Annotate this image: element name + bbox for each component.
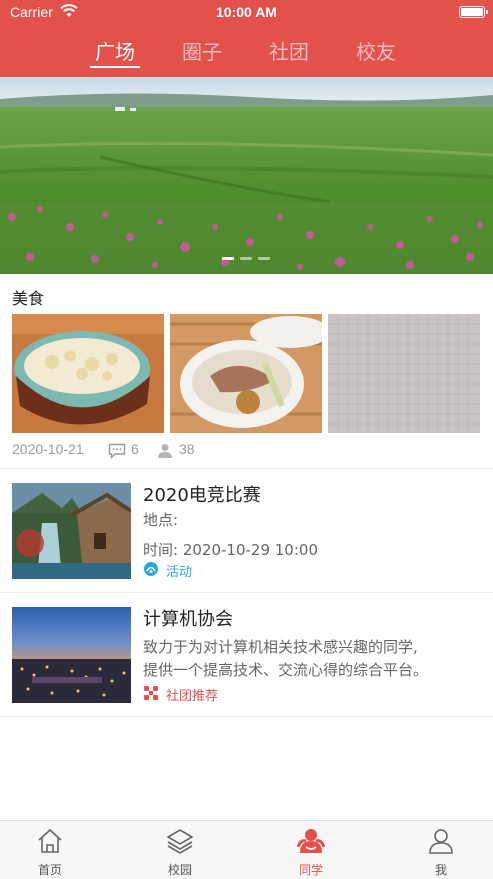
post-date: 2020-10-21 [12,441,84,457]
banner-carousel[interactable] [0,77,493,274]
top-tabs: 广场 圈子 社团 校友 [0,30,493,70]
club-description-line: 提供一个提高技术、交流心得的综合平台。 [143,661,429,679]
food-image-grid-paper [328,314,480,433]
divider [0,592,493,593]
nav-campus-label: 校园 [167,863,192,877]
nav-home-label: 首页 [37,863,62,877]
food-thumbnail[interactable] [328,314,480,433]
bottom-tab-bar: 首页 校园 同学 我 [0,820,493,879]
status-bar: Carrier 10:00 AM [0,0,493,26]
club-description-line: 致力于为对计算机相关技术感兴趣的同学, [143,638,418,656]
club-recommend-tag-icon [144,686,158,700]
event-image[interactable] [12,483,131,579]
activity-tag: 活动 [166,565,193,580]
comment-count: 6 [131,441,139,457]
event-title[interactable]: 2020电竞比赛 [143,481,261,507]
food-section-title: 美食 [12,289,45,308]
nav-campus[interactable]: 校园 [140,821,220,879]
tab-clubs[interactable]: 社团 [259,36,319,65]
tab-indicator [90,66,140,68]
club-image-city-night [12,607,131,703]
event-image-fantasy-waterfall [12,483,131,579]
view-count: 38 [179,441,195,457]
tab-plaza[interactable]: 广场 [85,36,145,65]
nav-me[interactable]: 我 [401,821,481,879]
pagination-dot [240,257,252,260]
activity-tag-icon [144,562,158,576]
status-time: 10:00 AM [216,4,277,20]
club-recommend-tag: 社团推荐 [166,689,219,704]
food-image-stew-pot [170,314,322,433]
nav-classmates[interactable]: 同学 [271,821,351,879]
event-location: 地点: [143,511,179,529]
event-time: 时间: 2020-10-29 10:00 [143,541,318,559]
person-icon [429,829,453,854]
pagination-dot [258,257,270,260]
club-image[interactable] [12,607,131,703]
layers-icon [166,829,194,854]
home-icon [38,828,62,853]
nav-classmates-label: 同学 [298,863,323,877]
tab-circles[interactable]: 圈子 [172,36,232,65]
classmates-icon [297,829,325,853]
nav-me-label: 我 [434,863,447,877]
tab-alumni[interactable]: 校友 [346,36,406,65]
pagination-dot [222,257,234,260]
header-bar: Carrier 10:00 AM 广场 圈子 社团 校友 [0,0,493,77]
food-thumbnail[interactable] [170,314,322,433]
club-title[interactable]: 计算机协会 [143,605,233,631]
food-image-soup-bowl [12,314,164,433]
divider [0,716,493,717]
views-person-icon [158,444,172,458]
nav-home[interactable]: 首页 [10,821,90,879]
battery-icon [459,6,488,18]
food-thumbnail[interactable] [12,314,164,433]
comment-icon [108,443,126,459]
banner-image [0,77,493,274]
divider [0,468,493,469]
